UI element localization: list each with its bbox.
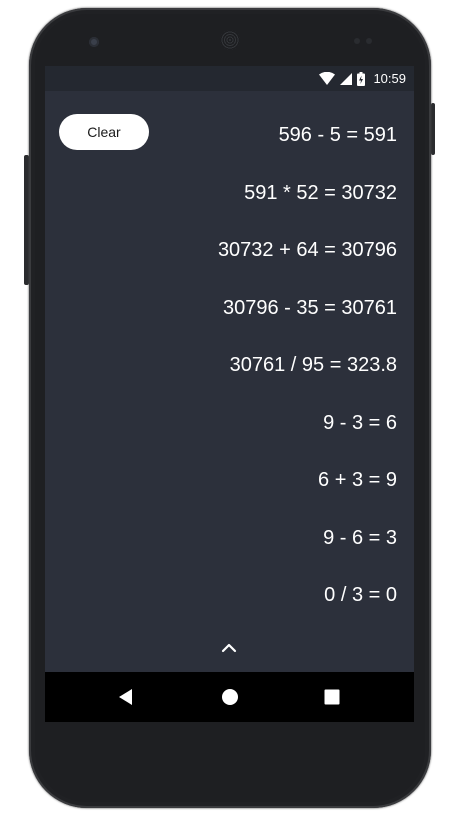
history-entry: 9 - 6 = 3 <box>323 527 397 549</box>
status-time: 10:59 <box>373 71 406 86</box>
power-button <box>431 103 435 155</box>
front-camera <box>89 37 99 47</box>
history-entry: 30796 - 35 = 30761 <box>222 297 397 319</box>
history-entry: 30732 + 64 = 30796 <box>217 239 397 261</box>
history-entry: 6 + 3 = 9 <box>318 469 397 491</box>
proximity-sensor <box>354 38 360 44</box>
navigation-bar <box>45 672 414 722</box>
battery-charging-icon <box>357 71 366 86</box>
chevron-up-icon[interactable] <box>219 640 239 656</box>
status-icons: 10:59 <box>319 70 406 87</box>
history-entry: 30761 / 95 = 323.8 <box>229 354 397 376</box>
history-entry: 591 * 52 = 30732 <box>244 182 397 204</box>
back-icon <box>119 689 132 705</box>
signal-icon <box>340 72 353 85</box>
wifi-icon <box>319 72 336 85</box>
back-button[interactable] <box>113 684 139 710</box>
history-entry: 596 - 5 = 591 <box>278 124 397 146</box>
status-bar: 10:59 <box>45 66 414 91</box>
clear-button[interactable]: Clear <box>59 114 149 150</box>
recents-button[interactable] <box>319 684 345 710</box>
recents-icon <box>324 689 340 705</box>
app-screen: 10:59 Clear 596 - 5 = 591 591 * 52 = 307… <box>45 66 414 722</box>
earpiece-speaker <box>220 30 240 50</box>
light-sensor <box>366 38 372 44</box>
history-entry: 0 / 3 = 0 <box>324 584 397 606</box>
history-entry: 9 - 3 = 6 <box>323 412 397 434</box>
home-icon <box>222 689 238 705</box>
home-button[interactable] <box>217 684 243 710</box>
